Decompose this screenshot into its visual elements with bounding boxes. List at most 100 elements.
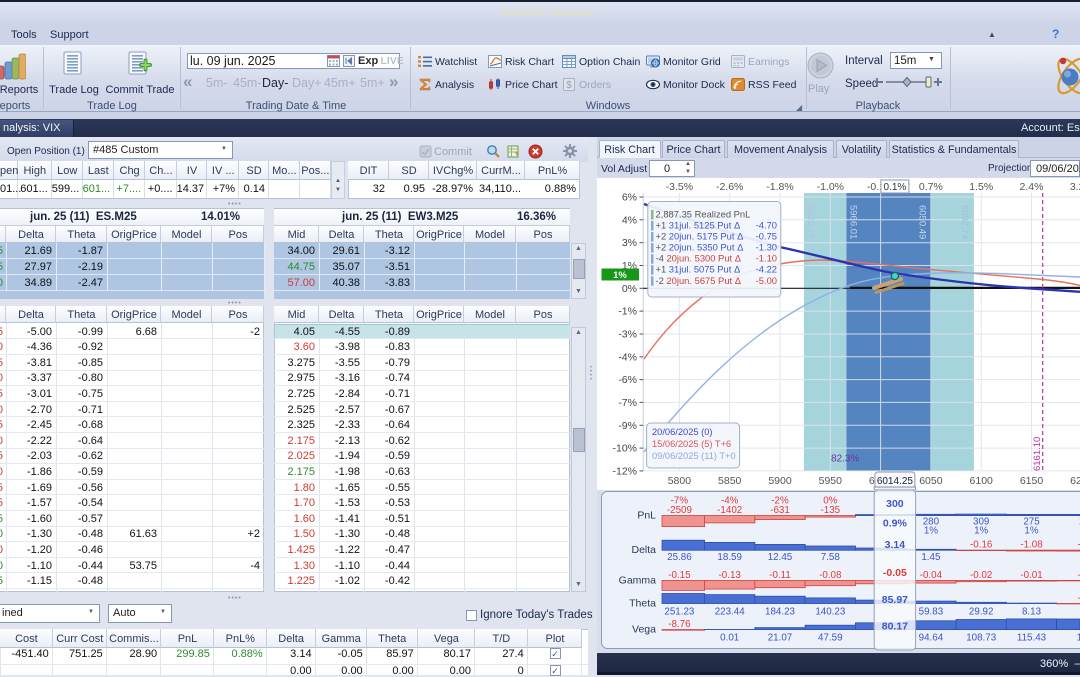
svg-text:Vega: Vega — [632, 624, 656, 636]
svg-text:21.07: 21.07 — [768, 633, 793, 644]
svg-text:-0.75: -0.75 — [756, 231, 777, 242]
svg-text:6014.25: 6014.25 — [877, 476, 914, 487]
svg-text:-3.5%: -3.5% — [666, 181, 693, 193]
svg-text:-2509: -2509 — [667, 505, 692, 516]
svg-text:15/06/2025 (5) T+6: 15/06/2025 (5) T+6 — [652, 439, 731, 449]
svg-text:2,887.35 Realized PnL: 2,887.35 Realized PnL — [656, 209, 751, 220]
svg-text:-0.05: -0.05 — [883, 567, 907, 579]
svg-text:6161.10: 6161.10 — [1032, 437, 1043, 471]
svg-text:-10%: -10% — [612, 443, 637, 455]
svg-text:5800: 5800 — [668, 475, 692, 487]
svg-text:-2.6%: -2.6% — [716, 181, 743, 193]
svg-text:6150: 6150 — [1020, 475, 1044, 487]
svg-text:5966.01: 5966.01 — [847, 205, 858, 239]
svg-text:2.4%: 2.4% — [1020, 181, 1044, 193]
svg-text:1%: 1% — [924, 526, 938, 537]
svg-text:184.23: 184.23 — [765, 607, 796, 618]
svg-text:-0.13: -0.13 — [719, 570, 742, 581]
svg-text:5900: 5900 — [768, 475, 792, 487]
svg-text:-1.08: -1.08 — [1020, 540, 1043, 551]
svg-text:-6%: -6% — [618, 374, 637, 386]
svg-text:18.59: 18.59 — [717, 552, 742, 563]
svg-text:Gamma: Gamma — [619, 574, 657, 586]
svg-text:09/06/2025 (11) T+0: 09/06/2025 (11) T+0 — [652, 451, 736, 461]
svg-text:5850: 5850 — [718, 475, 742, 487]
svg-text:-0.11: -0.11 — [769, 570, 791, 581]
svg-text:3.2%: 3.2% — [1070, 181, 1080, 193]
svg-text:+2 20jun. 5350 Put Δ: +2 20jun. 5350 Put Δ — [656, 242, 744, 253]
svg-text:7.58: 7.58 — [821, 552, 841, 563]
svg-text:12.45: 12.45 — [768, 552, 793, 563]
svg-text:300: 300 — [886, 498, 904, 510]
svg-text:-0.16: -0.16 — [970, 540, 993, 551]
svg-text:-1.0%: -1.0% — [817, 181, 844, 193]
svg-text:-0.04: -0.04 — [920, 570, 943, 581]
svg-text:-8.76: -8.76 — [668, 619, 691, 630]
svg-text:251.23: 251.23 — [664, 607, 695, 618]
svg-text:-631: -631 — [770, 505, 790, 516]
svg-text:+1 31jul. 5125 Put Δ: +1 31jul. 5125 Put Δ — [656, 220, 741, 231]
svg-text:1.45: 1.45 — [921, 552, 941, 563]
svg-text:25.86: 25.86 — [667, 552, 692, 563]
svg-text:-5.00: -5.00 — [756, 275, 777, 286]
svg-text:1%: 1% — [613, 270, 627, 281]
svg-text:3%: 3% — [622, 237, 637, 249]
svg-text:-135: -135 — [820, 505, 840, 516]
svg-text:80.17: 80.17 — [882, 621, 908, 633]
svg-text:Theta: Theta — [629, 598, 656, 610]
svg-text:0.1%: 0.1% — [884, 182, 907, 193]
svg-text:-0.02: -0.02 — [970, 570, 992, 581]
svg-text:20/06/2025 (0): 20/06/2025 (0) — [652, 427, 712, 437]
svg-text:-1.10: -1.10 — [756, 253, 777, 264]
svg-text:+1 31jul. 5075 Put Δ: +1 31jul. 5075 Put Δ — [656, 264, 741, 275]
svg-text:$: $ — [566, 80, 572, 91]
svg-text:6050.49: 6050.49 — [916, 205, 927, 239]
svg-text:6100: 6100 — [970, 475, 994, 487]
svg-text:-4 20jun. 5300 Put Δ: -4 20jun. 5300 Put Δ — [656, 253, 742, 264]
svg-text:Delta: Delta — [631, 544, 656, 556]
svg-text:-1.30: -1.30 — [756, 242, 777, 253]
svg-text:8.13: 8.13 — [1022, 607, 1042, 618]
svg-text:-4.22: -4.22 — [756, 264, 777, 275]
svg-text:0.01: 0.01 — [720, 633, 739, 644]
svg-text:-4%: -4% — [618, 351, 637, 363]
svg-text:0.7%: 0.7% — [919, 181, 943, 193]
svg-text:+2 20jun. 5175 Put Δ: +2 20jun. 5175 Put Δ — [656, 231, 744, 242]
svg-text:-9%: -9% — [618, 420, 637, 432]
svg-text:-1.8%: -1.8% — [766, 181, 793, 193]
svg-text:-0.15: -0.15 — [668, 570, 691, 581]
svg-text:85.97: 85.97 — [882, 594, 908, 606]
svg-text:59.83: 59.83 — [919, 607, 944, 618]
svg-text:115.43: 115.43 — [1017, 633, 1047, 644]
svg-text:223.44: 223.44 — [715, 607, 746, 618]
svg-text:6092.74: 6092.74 — [959, 205, 970, 239]
svg-text:108.73: 108.73 — [966, 633, 997, 644]
svg-text:-4.70: -4.70 — [756, 220, 777, 231]
svg-text:6200: 6200 — [1070, 475, 1080, 487]
svg-text:6050: 6050 — [919, 475, 943, 487]
svg-text:5950: 5950 — [819, 475, 843, 487]
svg-text:-0.08: -0.08 — [819, 570, 842, 581]
svg-text:-12%: -12% — [612, 465, 637, 477]
svg-text:1.5%: 1.5% — [969, 181, 993, 193]
svg-text:-7%: -7% — [618, 397, 637, 409]
svg-text:29.92: 29.92 — [969, 607, 994, 618]
svg-text:94.64: 94.64 — [919, 633, 944, 644]
svg-text:-0.01: -0.01 — [1020, 570, 1042, 581]
svg-text:0.9%: 0.9% — [883, 518, 908, 530]
svg-text:-2 20jun. 5675 Put Δ: -2 20jun. 5675 Put Δ — [656, 275, 742, 286]
svg-text:5923.76: 5923.76 — [805, 205, 816, 239]
svg-text:3.14: 3.14 — [885, 539, 906, 551]
svg-text:-1%: -1% — [618, 306, 637, 318]
svg-text:4%: 4% — [622, 214, 637, 226]
svg-text:0%: 0% — [622, 283, 637, 295]
svg-text:140.23: 140.23 — [815, 607, 846, 618]
svg-text:1%: 1% — [974, 526, 988, 537]
svg-text:6%: 6% — [622, 192, 637, 204]
svg-text:1%: 1% — [1024, 526, 1038, 537]
svg-text:-3%: -3% — [618, 329, 637, 341]
svg-text:47.59: 47.59 — [818, 633, 843, 644]
svg-text:82.3%: 82.3% — [831, 454, 859, 465]
svg-text:PnL: PnL — [637, 510, 656, 522]
svg-text:-1402: -1402 — [717, 505, 742, 516]
